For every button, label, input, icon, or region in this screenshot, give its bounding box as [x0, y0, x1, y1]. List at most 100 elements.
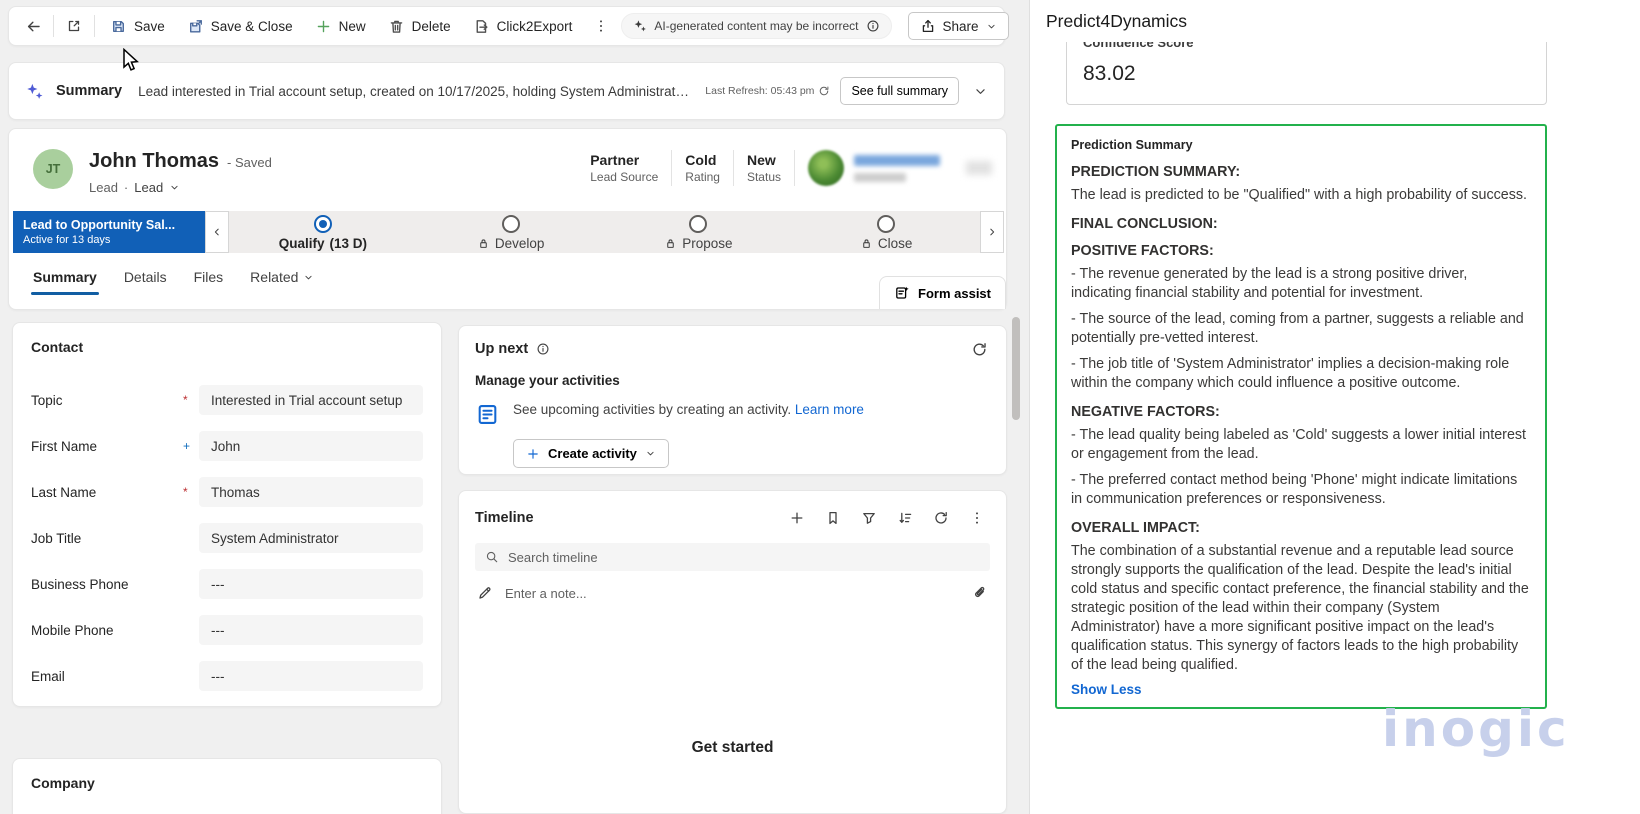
- more-commands-button[interactable]: [587, 12, 615, 40]
- up-next-card: Up next Manage your activities See upcom…: [458, 325, 1007, 475]
- add-icon: [789, 510, 805, 526]
- sparkle-icon: [25, 82, 44, 101]
- stage-active-dot-icon: [314, 215, 332, 233]
- tab-label: Summary: [33, 269, 97, 285]
- field-row-last-name: Last Name*Thomas: [31, 477, 423, 507]
- up-next-body-text: See upcoming activities by creating an a…: [513, 402, 791, 417]
- more-vertical-button[interactable]: [964, 505, 990, 531]
- back-icon: [25, 18, 42, 35]
- tab-details[interactable]: Details: [124, 269, 167, 295]
- field-value-first-name[interactable]: John: [199, 431, 423, 461]
- chevron-down-icon: [986, 21, 997, 32]
- delete-label: Delete: [412, 19, 451, 34]
- add-icon: [526, 447, 540, 461]
- bpf-stage-develop[interactable]: Develop: [417, 211, 605, 253]
- up-next-body: See upcoming activities by creating an a…: [513, 402, 864, 427]
- field-marker: *: [183, 393, 199, 407]
- share-icon: [920, 18, 936, 34]
- stage-label: Propose: [664, 236, 732, 251]
- timeline-card: Timeline Search timeline Enter a note...…: [458, 490, 1007, 814]
- new-button[interactable]: New: [306, 13, 375, 40]
- field-value-email[interactable]: ---: [199, 661, 423, 691]
- chevron-down-icon: [303, 272, 314, 283]
- filter-button[interactable]: [856, 505, 882, 531]
- form-tabs: Summary Details Files Related: [33, 269, 314, 295]
- info-icon[interactable]: [866, 19, 880, 33]
- note-input[interactable]: Enter a note...: [505, 586, 960, 601]
- click2export-label: Click2Export: [497, 19, 573, 34]
- refresh-icon[interactable]: [971, 341, 988, 358]
- show-less-link[interactable]: Show Less: [1071, 682, 1531, 697]
- note-input-row: Enter a note...: [475, 585, 990, 601]
- bpf-stages: Qualify(13 D) Develop Propose Close: [229, 211, 980, 253]
- field-value-last-name[interactable]: Thomas: [199, 477, 423, 507]
- vertical-scrollbar[interactable]: [1012, 317, 1020, 420]
- timeline-toolbar: [784, 505, 990, 531]
- form-assist-button[interactable]: Form assist: [879, 276, 1006, 309]
- stat-label: Status: [747, 170, 781, 184]
- timeline-search-input[interactable]: Search timeline: [475, 543, 990, 571]
- field-marker: *: [183, 485, 199, 499]
- save-button[interactable]: Save: [101, 13, 174, 40]
- paperclip-icon[interactable]: [972, 585, 988, 601]
- timeline-title: Timeline: [475, 510, 534, 526]
- bpf-stage-qualify[interactable]: Qualify(13 D): [229, 211, 417, 253]
- refresh-icon: [933, 510, 949, 526]
- bookmark-button[interactable]: [820, 505, 846, 531]
- chevron-down-icon: [169, 182, 180, 193]
- open-record-button[interactable]: [60, 12, 88, 40]
- field-row-job-title: Job Title System Administrator: [31, 523, 423, 553]
- refresh-button[interactable]: [928, 505, 954, 531]
- panel-title: Predict4Dynamics: [1046, 11, 1187, 32]
- field-row-first-name: First Name+John: [31, 431, 423, 461]
- bpf-stage-close[interactable]: Close: [792, 211, 980, 253]
- owner-name-redacted: [854, 155, 940, 182]
- entity-form-selector[interactable]: Lead · Lead: [89, 180, 180, 195]
- bpf-scroll-right-button[interactable]: [980, 211, 1004, 253]
- create-activity-button[interactable]: Create activity: [513, 439, 669, 468]
- filter-icon: [861, 510, 877, 526]
- field-row-topic: Topic*Interested in Trial account setup: [31, 385, 423, 415]
- divider: [94, 15, 95, 37]
- back-button[interactable]: [19, 12, 47, 40]
- refresh-icon[interactable]: [818, 85, 830, 97]
- sort-button[interactable]: [892, 505, 918, 531]
- chevron-down-icon[interactable]: [973, 84, 988, 99]
- prediction-paragraph: The lead is predicted to be "Qualified" …: [1071, 186, 1531, 205]
- delete-button[interactable]: Delete: [379, 13, 460, 40]
- prediction-paragraph: - The revenue generated by the lead is a…: [1071, 265, 1531, 303]
- stage-label: Qualify(13 D): [279, 236, 367, 251]
- header-stat-list: PartnerLead SourceColdRatingNewStatus: [590, 150, 795, 186]
- field-label: Job Title: [31, 531, 183, 546]
- bpf-scroll-left-button[interactable]: [205, 211, 229, 253]
- bpf-stage-propose[interactable]: Propose: [605, 211, 793, 253]
- owner-info[interactable]: [808, 150, 992, 186]
- field-value-mobile-phone[interactable]: ---: [199, 615, 423, 645]
- tab-related[interactable]: Related: [250, 269, 314, 295]
- divider: [53, 15, 54, 37]
- tab-files[interactable]: Files: [194, 269, 224, 295]
- add-button[interactable]: [784, 505, 810, 531]
- bpf-process-box[interactable]: Lead to Opportunity Sal... Active for 13…: [13, 211, 205, 253]
- field-row-mobile-phone: Mobile Phone---: [31, 615, 423, 645]
- timeline-search-placeholder: Search timeline: [508, 550, 598, 565]
- save-close-button[interactable]: Save & Close: [178, 13, 302, 40]
- click2export-button[interactable]: Click2Export: [464, 13, 582, 40]
- field-value-topic[interactable]: Interested in Trial account setup: [199, 385, 423, 415]
- up-next-section-title: Manage your activities: [475, 373, 990, 388]
- learn-more-link[interactable]: Learn more: [795, 402, 864, 417]
- stage-label: Close: [860, 236, 913, 251]
- header-stat-status: NewStatus: [747, 152, 781, 184]
- see-full-summary-button[interactable]: See full summary: [840, 77, 959, 105]
- field-value-business-phone[interactable]: ---: [199, 569, 423, 599]
- tab-summary[interactable]: Summary: [33, 269, 97, 295]
- pencil-icon: [477, 585, 493, 601]
- field-value-job-title[interactable]: System Administrator: [199, 523, 423, 553]
- field-label: Last Name: [31, 485, 183, 500]
- delete-icon: [388, 18, 405, 35]
- prediction-paragraph: - The preferred contact method being 'Ph…: [1071, 471, 1531, 509]
- redacted-extra: [966, 161, 992, 175]
- share-button[interactable]: Share: [908, 12, 1009, 40]
- new-plus-icon: [315, 18, 332, 35]
- info-icon[interactable]: [536, 342, 550, 356]
